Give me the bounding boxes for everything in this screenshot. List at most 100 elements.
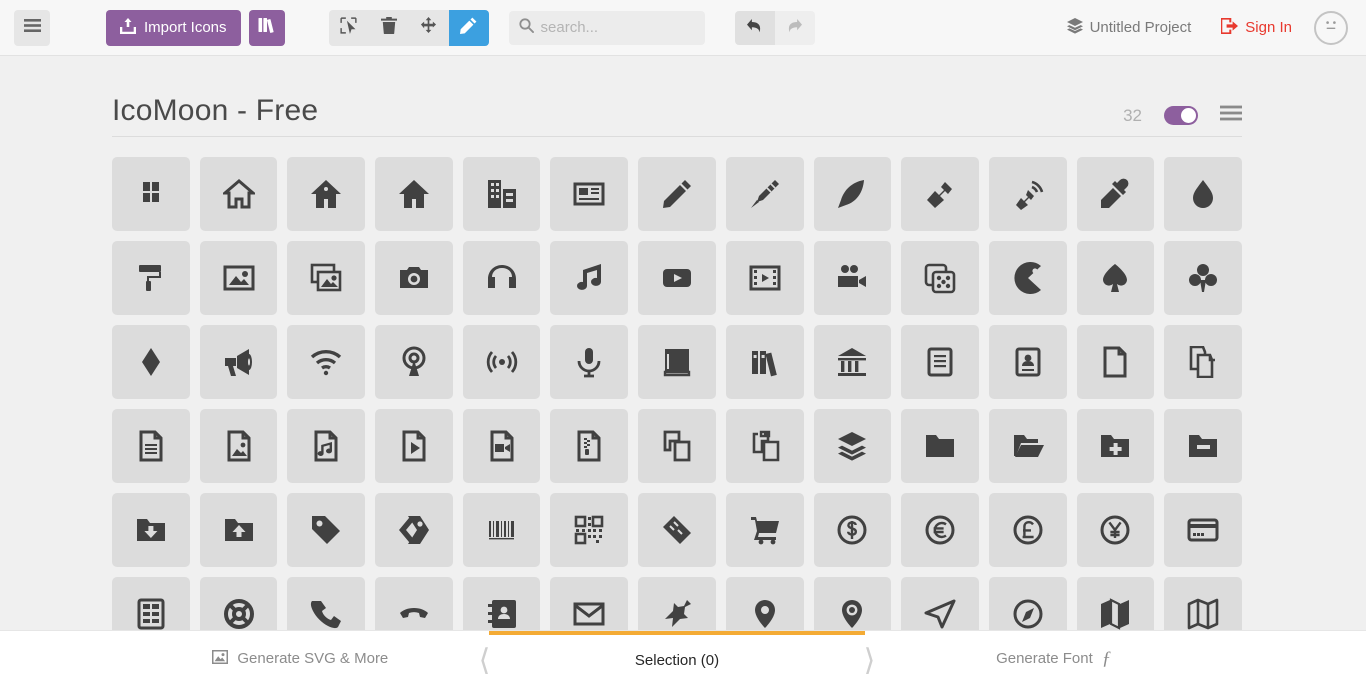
icon-cell-pen[interactable] [901, 157, 979, 231]
icon-cell-paint-format[interactable] [112, 241, 190, 315]
icon-cell-clubs[interactable] [1164, 241, 1242, 315]
icon-cell-file-text[interactable] [901, 325, 979, 399]
icon-cell-feed[interactable] [462, 325, 541, 399]
icon-cell-pencil[interactable] [638, 157, 716, 231]
icon-cell-address-book[interactable] [462, 577, 541, 630]
icon-cell-book[interactable] [638, 325, 716, 399]
icon-cell-coin-pound[interactable] [988, 493, 1067, 567]
icon-cell-file-zip[interactable] [550, 409, 629, 483]
import-icons-label: Import Icons [144, 19, 227, 36]
icon-cell-map2[interactable] [1164, 577, 1242, 630]
icon-cell-phone[interactable] [287, 577, 366, 630]
icon-cell-diamonds[interactable] [112, 325, 190, 399]
icon-cell-files-empty[interactable] [1164, 325, 1242, 399]
icon-cell-home[interactable] [199, 157, 278, 231]
icon-library-button[interactable] [248, 9, 285, 46]
icon-cell-pencil2[interactable] [725, 157, 804, 231]
icon-cell-image[interactable] [199, 241, 278, 315]
icon-cell-file-empty[interactable] [1076, 325, 1155, 399]
icon-cell-file-music[interactable] [287, 409, 366, 483]
icon-cell-phone-hang-up[interactable] [375, 577, 453, 630]
icon-set-menu-button[interactable] [1220, 105, 1242, 126]
icon-cell-barcode[interactable] [462, 493, 541, 567]
icon-cell-location[interactable] [725, 577, 804, 630]
icon-cell-quill[interactable] [813, 157, 892, 231]
icon-cell-credit-card[interactable] [1164, 493, 1242, 567]
icon-cell-coin-dollar[interactable] [813, 493, 892, 567]
icon-cell-paste[interactable] [725, 409, 804, 483]
icon-cell-file-play[interactable] [375, 409, 453, 483]
icon-cell-dice[interactable] [901, 241, 979, 315]
icon-cell-connection[interactable] [287, 325, 366, 399]
icon-cell-file-video[interactable] [462, 409, 541, 483]
icon-cell-images[interactable] [287, 241, 366, 315]
icon-cell-home3[interactable] [375, 157, 453, 231]
icon-cell-copy[interactable] [638, 409, 716, 483]
icon-cell-video-camera[interactable] [813, 241, 892, 315]
icon-cell-play[interactable] [638, 241, 716, 315]
undo-button[interactable] [734, 10, 775, 45]
icon-cell-pushpin[interactable] [638, 577, 716, 630]
icon-cell-mic[interactable] [550, 325, 629, 399]
icon-cell-folder[interactable] [901, 409, 979, 483]
icon-cell-droplet[interactable] [1164, 157, 1242, 231]
icon-cell-price-tag[interactable] [287, 493, 366, 567]
sign-in-button[interactable]: Sign In [1221, 17, 1292, 38]
icon-cell-profile[interactable] [988, 325, 1067, 399]
icon-cell-coin-yen[interactable] [1076, 493, 1155, 567]
icon-cell-envelop[interactable] [550, 577, 629, 630]
icon-cell-eyedropper[interactable] [1076, 157, 1155, 231]
icon-cell-library[interactable] [813, 325, 892, 399]
generate-font-tab[interactable]: Generate Font ƒ [865, 631, 1242, 686]
icon-cell-film[interactable] [725, 241, 804, 315]
icon-cell-spades[interactable] [1076, 241, 1155, 315]
icon-cell-qrcode[interactable] [550, 493, 629, 567]
icon-cell-music[interactable] [550, 241, 629, 315]
redo-button[interactable] [774, 10, 815, 45]
search-input[interactable] [540, 19, 695, 36]
selection-tab[interactable]: ⟨ Selection (0) ⟩ [479, 631, 875, 686]
icon-cell-books[interactable] [725, 325, 804, 399]
icon-cell-folder-minus[interactable] [1164, 409, 1242, 483]
generate-svg-tab[interactable]: Generate SVG & More [112, 631, 489, 686]
icon-cell-folder-open[interactable] [988, 409, 1067, 483]
icon-cell-coin-euro[interactable] [901, 493, 979, 567]
icon-cell-pacman[interactable] [988, 241, 1067, 315]
icon-cell-newspaper[interactable] [550, 157, 629, 231]
icon-cell-compass2[interactable] [988, 577, 1067, 630]
icon-cell-bullhorn[interactable] [199, 325, 278, 399]
icon-cell-compass[interactable] [901, 577, 979, 630]
icon-cell-podcast[interactable] [375, 325, 453, 399]
icon-cell-ticket[interactable] [638, 493, 716, 567]
search-box[interactable] [508, 10, 705, 45]
icon-cell-icomoon-logo[interactable] [112, 157, 190, 231]
icon-cell-map[interactable] [1076, 577, 1155, 630]
icon-cell-stack[interactable] [813, 409, 892, 483]
project-button[interactable]: Untitled Project [1066, 17, 1191, 38]
icon-cell-folder-download[interactable] [112, 493, 190, 567]
account-button[interactable] [1314, 10, 1348, 45]
icon-cell-home2[interactable] [287, 157, 366, 231]
icon-cell-folder-plus[interactable] [1076, 409, 1155, 483]
icon-cell-file-picture[interactable] [199, 409, 278, 483]
icon-cell-file-text2[interactable] [112, 409, 190, 483]
import-icons-button[interactable]: Import Icons [106, 9, 241, 46]
main-menu-button[interactable] [14, 9, 50, 46]
icon-cell-headphones[interactable] [462, 241, 541, 315]
select-tool-button[interactable] [329, 10, 369, 46]
icon-cell-blog[interactable] [988, 157, 1067, 231]
address-book-icon [486, 598, 518, 630]
select-all-toggle[interactable] [1164, 106, 1198, 125]
icon-cell-location2[interactable] [813, 577, 892, 630]
icon-cell-price-tags[interactable] [375, 493, 453, 567]
icon-cell-folder-upload[interactable] [199, 493, 278, 567]
icon-cell-camera[interactable] [375, 241, 453, 315]
icon-cell-lifebuoy[interactable] [199, 577, 278, 630]
connection-icon [310, 346, 342, 378]
icon-cell-calculator[interactable] [112, 577, 190, 630]
delete-tool-button[interactable] [369, 10, 409, 46]
edit-tool-button[interactable] [448, 9, 489, 46]
icon-cell-office[interactable] [462, 157, 541, 231]
icon-cell-cart[interactable] [725, 493, 804, 567]
move-tool-button[interactable] [409, 10, 449, 46]
